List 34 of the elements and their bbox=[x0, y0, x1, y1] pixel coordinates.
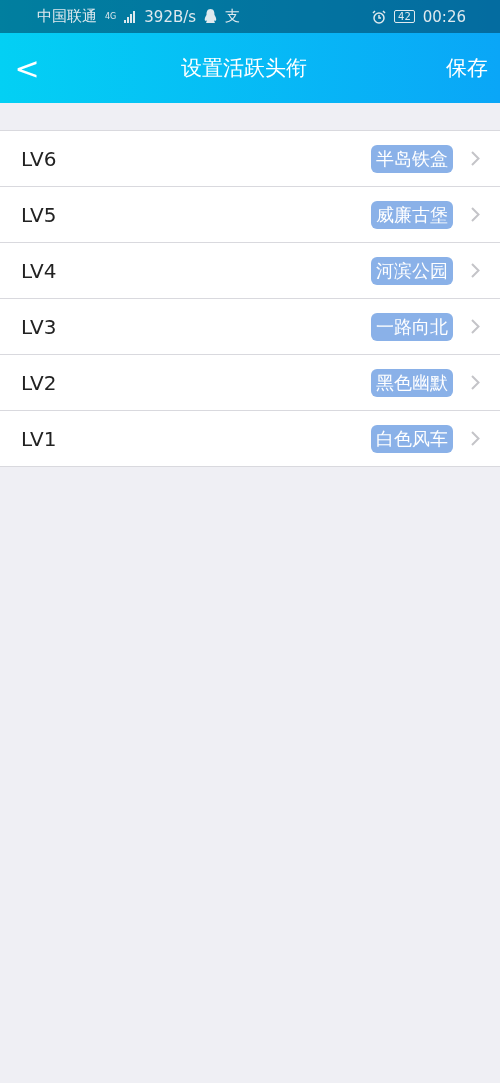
page-title: 设置活跃头衔 bbox=[181, 55, 307, 82]
chevron-right-icon bbox=[471, 151, 480, 166]
title-tag: 黑色幽默 bbox=[371, 368, 453, 397]
level-label: LV5 bbox=[21, 202, 58, 227]
clock-time: 00:26 bbox=[422, 7, 466, 26]
signal-icon bbox=[124, 10, 137, 23]
level-row[interactable]: LV4 河滨公园 bbox=[0, 243, 500, 299]
notification-glyph: 支 bbox=[225, 7, 241, 26]
title-tag: 半岛铁盒 bbox=[371, 144, 453, 173]
title-tag: 一路向北 bbox=[371, 312, 453, 341]
chevron-right-icon bbox=[471, 263, 480, 278]
level-label: LV2 bbox=[21, 370, 58, 395]
title-tag: 河滨公园 bbox=[371, 256, 453, 285]
level-label: LV6 bbox=[21, 146, 58, 171]
alarm-icon bbox=[372, 9, 387, 24]
chevron-right-icon bbox=[471, 375, 480, 390]
network-speed: 392B/s bbox=[144, 7, 197, 26]
level-row[interactable]: LV3 一路向北 bbox=[0, 299, 500, 355]
network-type: 4G bbox=[105, 12, 117, 21]
level-label: LV4 bbox=[21, 258, 58, 283]
battery-level: 42 bbox=[394, 10, 415, 23]
chevron-right-icon bbox=[471, 207, 480, 222]
penguin-icon bbox=[204, 9, 218, 24]
chevron-right-icon bbox=[471, 319, 480, 334]
level-row[interactable]: LV2 黑色幽默 bbox=[0, 355, 500, 411]
level-row[interactable]: LV5 威廉古堡 bbox=[0, 187, 500, 243]
level-label: LV3 bbox=[21, 314, 58, 339]
carrier-name: 中国联通 bbox=[37, 7, 97, 26]
level-label: LV1 bbox=[21, 426, 58, 451]
chevron-right-icon bbox=[471, 431, 480, 446]
level-row[interactable]: LV6 半岛铁盒 bbox=[0, 131, 500, 187]
title-tag: 白色风车 bbox=[371, 424, 453, 453]
title-tag: 威廉古堡 bbox=[371, 200, 453, 229]
level-row[interactable]: LV1 白色风车 bbox=[0, 411, 500, 467]
